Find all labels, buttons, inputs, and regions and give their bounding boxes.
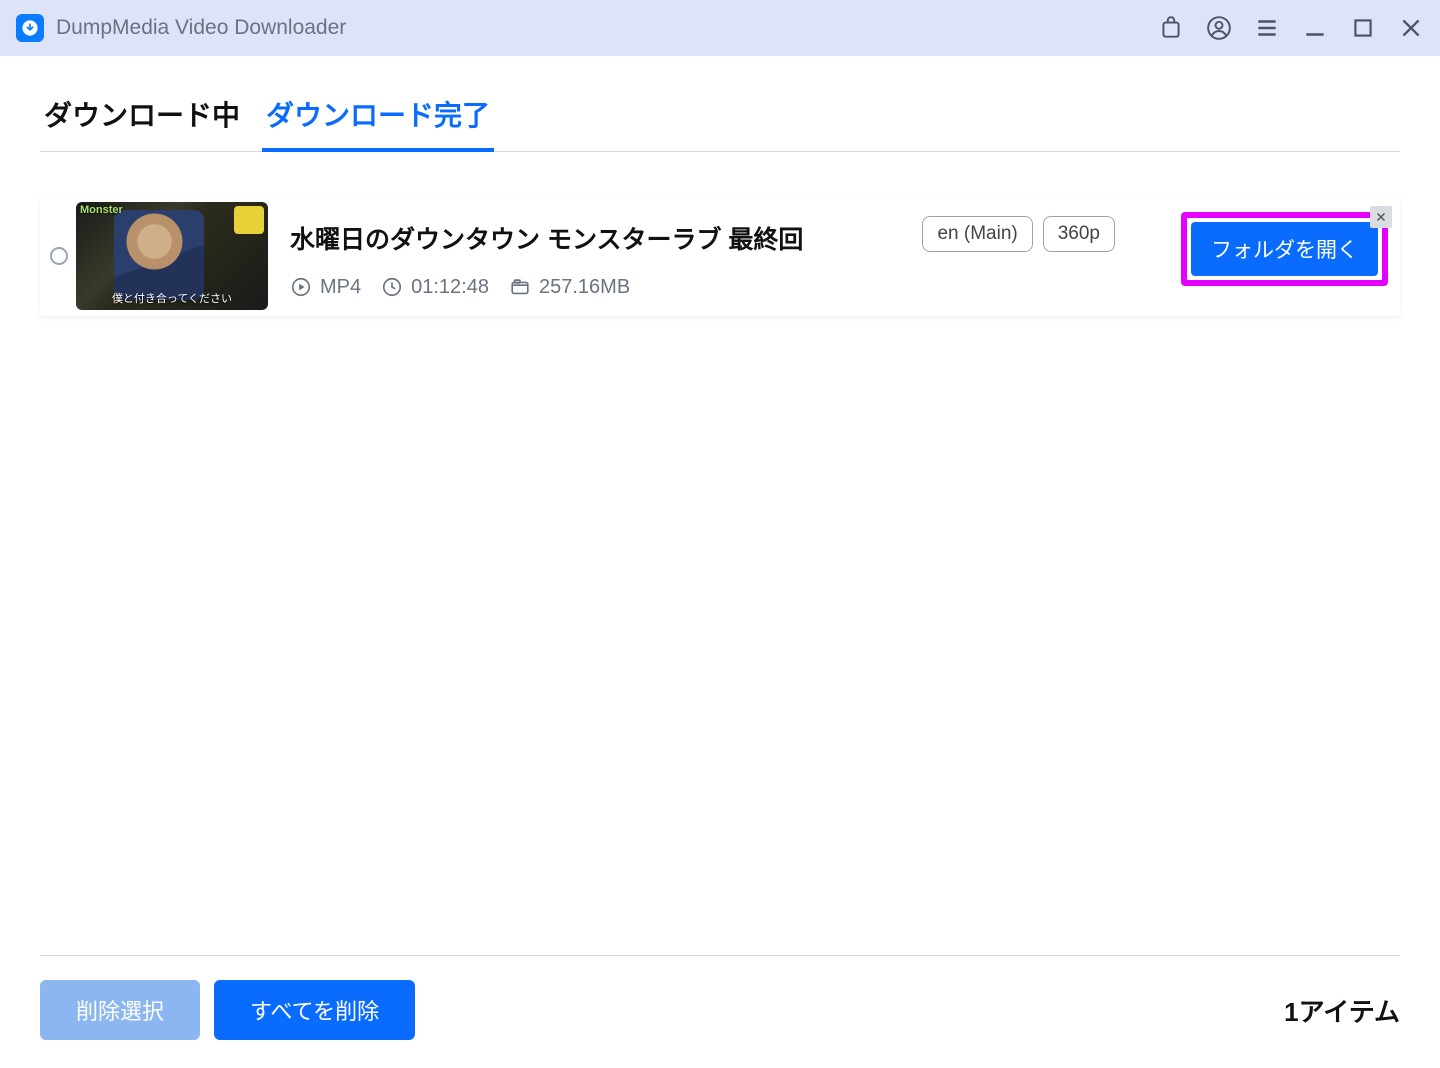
app-logo-icon [16, 14, 44, 42]
language-badge: en (Main) [922, 216, 1032, 252]
open-folder-highlight: フォルダを開く [1181, 212, 1388, 286]
clock-icon [381, 276, 403, 298]
delete-all-button[interactable]: すべてを削除 [214, 980, 415, 1040]
tab-downloading[interactable]: ダウンロード中 [40, 86, 244, 152]
item-format: MP4 [290, 276, 361, 299]
footer-divider [40, 955, 1400, 956]
close-window-icon[interactable] [1398, 15, 1424, 41]
account-icon[interactable] [1206, 15, 1232, 41]
app-title: DumpMedia Video Downloader [56, 16, 346, 40]
thumb-overlay-topleft: Monster [80, 204, 123, 216]
tab-completed[interactable]: ダウンロード完了 [262, 86, 494, 152]
item-count: 1アイテム [1284, 992, 1400, 1029]
thumb-caption: 僕と付き合ってください [76, 290, 268, 306]
quality-badge: 360p [1043, 216, 1115, 252]
item-format-label: MP4 [320, 276, 361, 299]
item-size-label: 257.16MB [539, 276, 630, 299]
item-title: 水曜日のダウンタウン モンスターラブ 最終回 [290, 220, 922, 256]
titlebar-controls [1158, 15, 1424, 41]
item-badges: en (Main) 360p [922, 216, 1115, 252]
tabs: ダウンロード中 ダウンロード完了 [40, 86, 1400, 152]
folder-icon [509, 276, 531, 298]
thumb-overlay-topright [234, 206, 264, 234]
open-folder-button[interactable]: フォルダを開く [1191, 222, 1378, 276]
maximize-icon[interactable] [1350, 15, 1376, 41]
item-duration-label: 01:12:48 [411, 276, 489, 299]
item-thumbnail: Monster 僕と付き合ってください [76, 202, 268, 310]
item-main: 水曜日のダウンタウン モンスターラブ 最終回 MP4 01:12:48 [290, 214, 922, 299]
content-area: ダウンロード中 ダウンロード完了 Monster 僕と付き合ってください 水曜日… [0, 56, 1440, 316]
item-duration: 01:12:48 [381, 276, 489, 299]
minimize-icon[interactable] [1302, 15, 1328, 41]
shopping-bag-icon[interactable] [1158, 15, 1184, 41]
delete-selected-button[interactable]: 削除選択 [40, 980, 200, 1040]
item-close-icon[interactable] [1370, 206, 1392, 228]
item-size: 257.16MB [509, 276, 630, 299]
item-meta: MP4 01:12:48 257.16MB [290, 276, 922, 299]
footer: 削除選択 すべてを削除 1アイテム [40, 955, 1400, 1040]
download-item-row: Monster 僕と付き合ってください 水曜日のダウンタウン モンスターラブ 最… [40, 196, 1400, 316]
menu-icon[interactable] [1254, 15, 1280, 41]
item-select-checkbox[interactable] [50, 247, 68, 265]
titlebar: DumpMedia Video Downloader [0, 0, 1440, 56]
play-icon [290, 276, 312, 298]
